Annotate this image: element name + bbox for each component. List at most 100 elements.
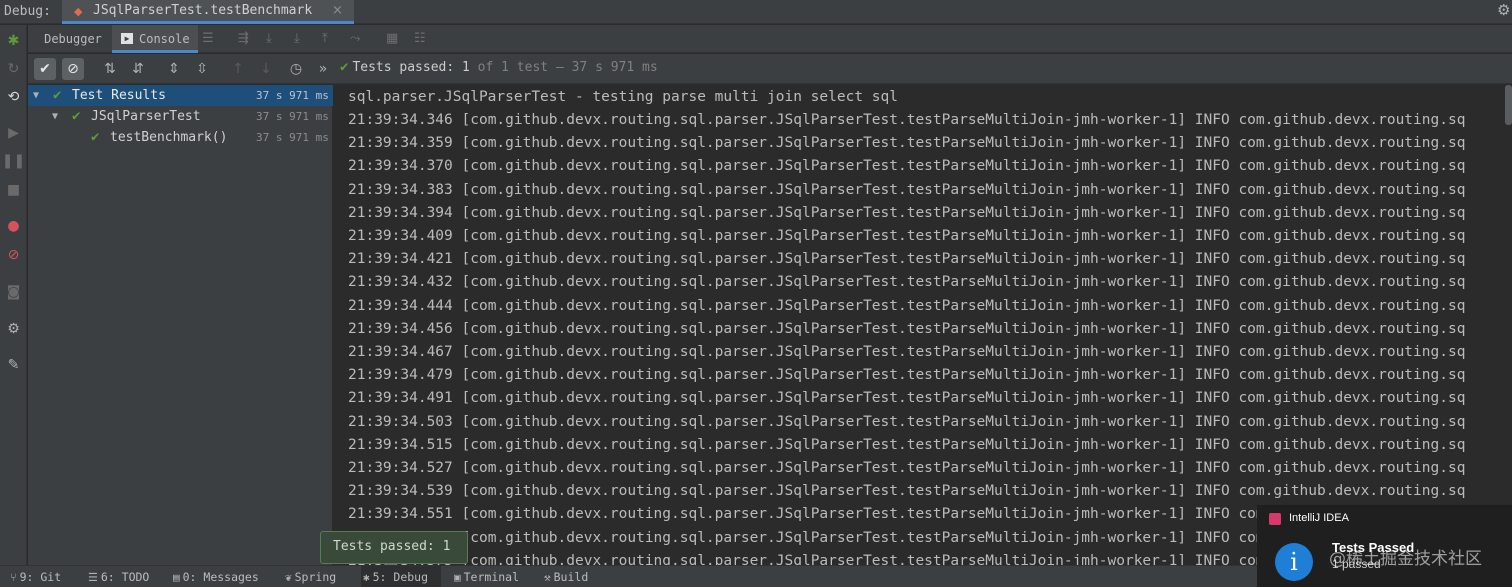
log-line: 21:39:34.394 [com.github.devx.routing.sq… xyxy=(348,202,1465,225)
test-results-tree: ▼ ✔ Test Results 37 s 971 ms ▼ ✔ JSqlPar… xyxy=(28,85,333,565)
log-timestamp: 21:39:34.432 xyxy=(348,274,453,291)
sort-by-duration-icon[interactable]: ⇵ xyxy=(127,58,149,80)
evaluate-expression-icon[interactable]: ▦ xyxy=(386,31,398,47)
tests-status-summary: ✔ Tests passed: 1 of 1 test – 37 s 971 ms xyxy=(340,59,658,75)
log-message: [com.github.devx.routing.sql.parser.JSql… xyxy=(461,135,1466,152)
tool-window-label: Terminal xyxy=(463,570,520,584)
log-line: 21:39:34.421 [com.github.devx.routing.sq… xyxy=(348,248,1465,271)
tool-window-todo[interactable]: ☰ 6: TODO xyxy=(86,566,160,587)
log-timestamp: 21:39:34.370 xyxy=(348,158,453,175)
sort-alphabetically-icon[interactable]: ⇅ xyxy=(99,58,121,80)
stop-icon[interactable]: ■ xyxy=(0,182,27,198)
log-line: 21:39:34.479 [com.github.devx.routing.sq… xyxy=(348,364,1465,387)
tool-window-label: 5: Debug xyxy=(372,570,429,584)
tree-item-duration: 37 s 971 ms xyxy=(256,110,329,123)
tool-window-spring[interactable]: ❦ Spring xyxy=(283,566,349,587)
run-to-cursor-icon[interactable]: ⤳ xyxy=(350,31,360,47)
log-timestamp: 21:39:34.383 xyxy=(348,181,453,198)
log-line: 21:39:34.432 [com.github.devx.routing.sq… xyxy=(348,271,1465,294)
debug-tab-row: Debugger ▶ Console ☰ ⇶ ⤓ ⤓ ⤒ ⤳ ▦ ☷ xyxy=(28,25,1512,53)
tab-console-label: Console xyxy=(139,32,190,46)
trace-icon[interactable]: ☷ xyxy=(414,31,426,47)
debug-session-tab-label: JSqlParserTest.testBenchmark xyxy=(93,3,313,18)
leaf-icon: ❦ xyxy=(285,571,292,584)
log-timestamp: 21:39:34.394 xyxy=(348,204,453,221)
debug-session-tab[interactable]: ◆ JSqlParserTest.testBenchmark × xyxy=(62,0,354,24)
tree-item-jsqlparsertest[interactable]: ▼ ✔ JSqlParserTest 37 s 971 ms xyxy=(28,106,333,127)
gear-icon[interactable]: ⚙ xyxy=(1497,1,1510,19)
pause-icon[interactable]: ❚❚ xyxy=(0,153,27,169)
layout-menu-icon[interactable]: ☰ xyxy=(202,31,214,47)
log-timestamp: 21:39:34.491 xyxy=(348,390,453,407)
test-history-icon[interactable]: ◷ xyxy=(285,58,307,80)
console-icon: ▶ xyxy=(121,33,133,44)
terminal-icon: ▣ xyxy=(454,571,461,584)
log-line: 21:39:34.359 [com.github.devx.routing.sq… xyxy=(348,132,1465,155)
expand-all-icon[interactable]: ⇕ xyxy=(163,58,185,80)
branch-icon: ⑂ xyxy=(10,571,17,584)
chevron-down-icon[interactable]: ▼ xyxy=(52,106,58,127)
system-notification[interactable]: IntelliJ IDEA i Tests Passed 1 passed @稀… xyxy=(1257,505,1512,587)
chevron-down-icon[interactable]: ▼ xyxy=(33,85,39,106)
tool-window-label: 6: TODO xyxy=(100,570,150,584)
tool-window-label: Build xyxy=(553,570,589,584)
log-timestamp: 21:39:34.479 xyxy=(348,367,453,384)
more-actions-icon[interactable]: » xyxy=(312,58,334,80)
settings-icon[interactable]: ⚙ xyxy=(0,321,27,337)
mute-breakpoints-icon[interactable]: ⊘ xyxy=(0,247,27,263)
camera-icon[interactable]: ◙ xyxy=(0,284,27,300)
run-config-icon: ◆ xyxy=(74,5,83,18)
resume-debug-icon[interactable]: ↻ xyxy=(0,61,27,77)
left-tool-strip: ✱ ↻ ⟲ ▶ ❚❚ ■ ● ⊘ ◙ ⚙ ✎ xyxy=(0,25,27,565)
tool-window-build[interactable]: ⚒ Build xyxy=(542,566,602,587)
rerun-icon[interactable]: ⟲ xyxy=(0,89,27,105)
log-message: [com.github.devx.routing.sql.parser.JSql… xyxy=(461,181,1466,198)
step-into-icon[interactable]: ⤓ xyxy=(294,31,300,47)
intellij-idea-icon xyxy=(1269,513,1281,525)
log-timestamp: 21:39:34.409 xyxy=(348,228,453,244)
debug-bug-icon[interactable]: ✱ xyxy=(0,33,27,49)
passed-check-icon: ✔ xyxy=(340,59,349,75)
messages-icon: ▤ xyxy=(173,571,180,584)
tool-window-debug[interactable]: ✱ 5: Debug xyxy=(361,566,441,587)
log-line: 21:39:34.503 [com.github.devx.routing.sq… xyxy=(348,411,1465,434)
log-line: 21:39:34.444 [com.github.devx.routing.sq… xyxy=(348,295,1465,318)
tool-window-git[interactable]: ⑂ 9: Git xyxy=(8,566,76,587)
step-out-icon[interactable]: ⤒ xyxy=(322,31,328,47)
tests-passed-balloon-text: Tests passed: 1 xyxy=(333,539,451,554)
show-passed-toggle-icon[interactable]: ✔ xyxy=(34,58,56,80)
tool-window-label: 0: Messages xyxy=(182,570,259,584)
tab-debugger[interactable]: Debugger xyxy=(34,25,112,53)
previous-failed-icon[interactable]: ↑ xyxy=(227,58,249,80)
log-line: 21:39:34.346 [com.github.devx.routing.sq… xyxy=(348,109,1465,132)
tool-window-terminal[interactable]: ▣ Terminal xyxy=(452,566,532,587)
view-breakpoints-icon[interactable]: ● xyxy=(0,218,27,234)
log-message: [com.github.devx.routing.sql.parser.JSql… xyxy=(461,112,1466,128)
next-failed-icon[interactable]: ↓ xyxy=(255,58,277,80)
tree-item-testbenchmark[interactable]: ✔ testBenchmark() 37 s 971 ms xyxy=(28,127,333,148)
tab-console[interactable]: ▶ Console xyxy=(112,25,198,53)
show-ignored-toggle-icon[interactable]: ⊘ xyxy=(62,58,84,80)
step-over-icon[interactable]: ⤓ xyxy=(266,31,272,47)
tool-window-label: Spring xyxy=(294,570,337,584)
log-line: 21:39:34.383 [com.github.devx.routing.sq… xyxy=(348,179,1465,202)
tests-passed-balloon[interactable]: Tests passed: 1 xyxy=(320,531,468,564)
tree-item-label: testBenchmark() xyxy=(110,130,228,145)
bug-icon: ✱ xyxy=(363,571,370,584)
passed-check-icon: ✔ xyxy=(72,108,81,124)
log-message: [com.github.devx.routing.sql.parser.JSql… xyxy=(461,251,1466,268)
console-output[interactable]: sql.parser.JSqlParserTest - testing pars… xyxy=(334,85,1512,565)
tree-item-test-results[interactable]: ▼ ✔ Test Results 37 s 971 ms xyxy=(28,85,333,106)
hammer-icon: ⚒ xyxy=(544,571,551,584)
pin-icon[interactable]: ✎ xyxy=(0,357,27,373)
tree-item-label: JSqlParserTest xyxy=(91,109,201,124)
show-execution-point-icon[interactable]: ⇶ xyxy=(238,31,249,47)
log-message: [com.github.devx.routing.sql.parser.JSql… xyxy=(461,460,1466,476)
tool-window-messages[interactable]: ▤ 0: Messages xyxy=(171,566,271,587)
log-timestamp: 21:39:34.346 xyxy=(348,112,453,128)
console-scrollbar[interactable] xyxy=(1505,85,1512,125)
debug-window-label: Debug: xyxy=(4,4,51,19)
close-tab-button[interactable]: × xyxy=(332,3,343,18)
collapse-all-icon[interactable]: ⇳ xyxy=(191,58,213,80)
resume-program-icon[interactable]: ▶ xyxy=(0,125,27,141)
